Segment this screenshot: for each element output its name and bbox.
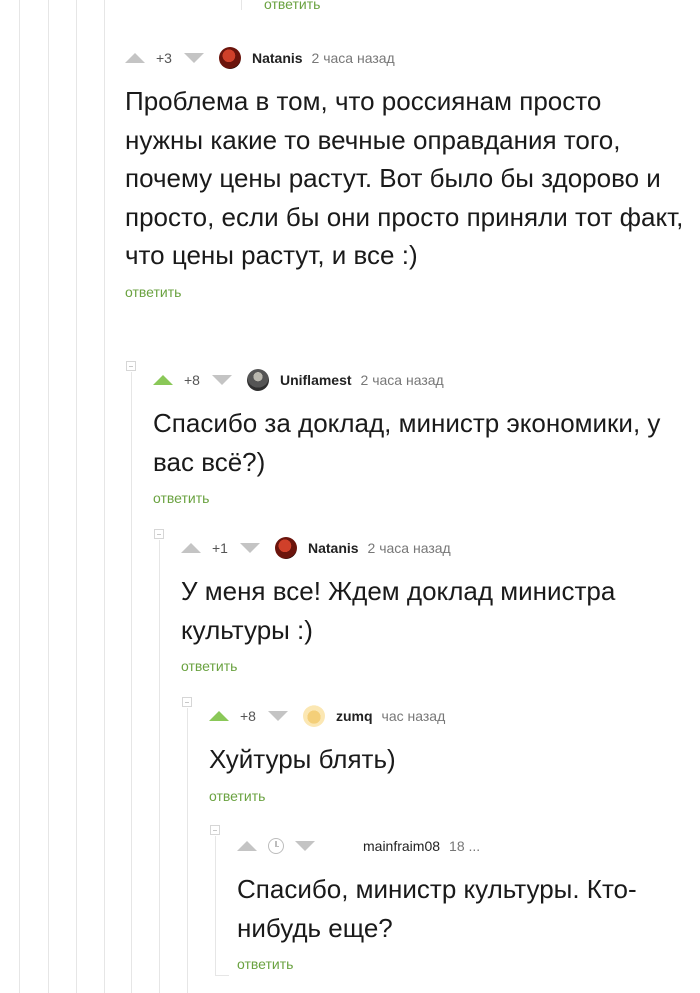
comment: mainfraim08 18 ... Спасибо, министр куль… [237, 834, 687, 972]
arrow-up-icon[interactable] [237, 841, 257, 851]
comment-author[interactable]: Natanis [252, 50, 303, 66]
collapse-icon[interactable] [154, 529, 164, 539]
comment: +3 Natanis 2 часа назад Проблема в том, … [125, 46, 685, 300]
thread-line [76, 0, 77, 993]
comment-rating: +8 [240, 708, 256, 724]
collapse-icon[interactable] [210, 825, 220, 835]
avatar[interactable] [218, 47, 241, 69]
comment-time[interactable]: 2 часа назад [368, 540, 451, 556]
arrow-down-icon[interactable] [239, 543, 260, 553]
comment-time[interactable]: 18 ... [449, 838, 480, 854]
comment-rating: +8 [184, 372, 200, 388]
thread-line [241, 0, 242, 10]
comment-header: +8 Uniflamest 2 часа назад [153, 368, 683, 392]
comment: +8 zumq час назад Хуйтуры блять) ответит… [209, 704, 689, 804]
comment-header: +8 zumq час назад [209, 704, 689, 728]
reply-link[interactable]: ответить [237, 956, 687, 972]
reply-link[interactable]: ответить [181, 658, 681, 674]
arrow-down-icon[interactable] [183, 53, 204, 63]
comment-author[interactable]: zumq [336, 708, 373, 724]
arrow-up-icon[interactable] [125, 53, 145, 63]
thread-line [48, 0, 49, 993]
comment-text: Хуйтуры блять) [209, 744, 396, 774]
thread-line [19, 0, 20, 993]
arrow-up-icon[interactable] [153, 375, 173, 385]
avatar[interactable] [246, 369, 269, 391]
arrow-down-icon[interactable] [295, 841, 315, 851]
comment-time[interactable]: 2 часа назад [312, 50, 395, 66]
collapse-icon[interactable] [182, 697, 192, 707]
comment-rating: +1 [212, 540, 228, 556]
comment-text: У меня все! Ждем доклад министра культур… [181, 576, 616, 645]
comment: +1 Natanis 2 часа назад У меня все! Ждем… [181, 536, 681, 674]
thread-line [187, 708, 188, 993]
clock-icon [268, 838, 284, 854]
comment-header: +3 Natanis 2 часа назад [125, 46, 685, 70]
comment-author[interactable]: mainfraim08 [363, 838, 440, 854]
arrow-down-icon[interactable] [211, 375, 232, 385]
comment-time[interactable]: 2 часа назад [361, 372, 444, 388]
comment-text: Спасибо, министр культуры. Кто-нибудь ещ… [237, 874, 637, 943]
avatar[interactable] [302, 705, 325, 727]
arrow-down-icon[interactable] [267, 711, 288, 721]
reply-link[interactable]: ответить [264, 0, 320, 12]
arrow-up-icon[interactable] [209, 711, 229, 721]
collapse-icon[interactable] [126, 361, 136, 371]
thread-line [159, 540, 160, 993]
thread-line [104, 0, 105, 993]
comment-author[interactable]: Natanis [308, 540, 359, 556]
comment-text: Спасибо за доклад, министр экономики, у … [153, 408, 661, 477]
comment-author[interactable]: Uniflamest [280, 372, 352, 388]
thread-line [131, 372, 132, 993]
reply-link[interactable]: ответить [209, 788, 689, 804]
reply-link[interactable]: ответить [125, 284, 685, 300]
comment-header: +1 Natanis 2 часа назад [181, 536, 681, 560]
comment-header: mainfraim08 18 ... [237, 834, 687, 858]
avatar[interactable] [274, 537, 297, 559]
reply-link[interactable]: ответить [153, 490, 683, 506]
comment-text: Проблема в том, что россиянам просто нуж… [125, 86, 684, 270]
thread-line [215, 836, 216, 976]
comment-time[interactable]: час назад [382, 708, 446, 724]
thread-hook [215, 975, 229, 976]
arrow-up-icon[interactable] [181, 543, 201, 553]
comment: +8 Uniflamest 2 часа назад Спасибо за до… [153, 368, 683, 506]
comment-rating: +3 [156, 50, 172, 66]
